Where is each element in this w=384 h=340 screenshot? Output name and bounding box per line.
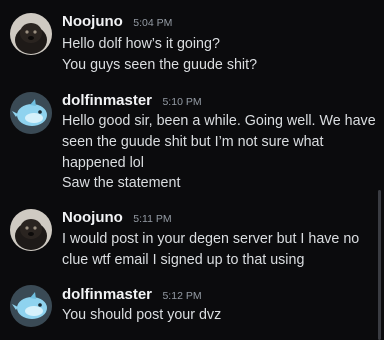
message-text: Saw the statement [62, 175, 181, 191]
message-text: You guys seen the guude shit? [62, 57, 258, 73]
scrollbar[interactable] [378, 190, 381, 340]
username[interactable]: dolfinmaster [62, 92, 152, 109]
dog-avatar-icon[interactable] [10, 209, 52, 251]
message-text: clue wtf email I signed up to that using [62, 252, 305, 268]
timestamp: 5:04 PM [133, 17, 173, 29]
message-text: seen the guude shit but I’m not sure wha… [62, 134, 324, 150]
dolphin-avatar-icon[interactable] [10, 92, 52, 134]
message-header: dolfinmaster 5:12 PM [62, 286, 202, 304]
dog-avatar-icon[interactable] [10, 13, 52, 55]
username[interactable]: Noojuno [62, 209, 123, 226]
timestamp: 5:12 PM [162, 290, 202, 302]
message-text: Hello dolf how’s it going? [62, 36, 220, 52]
username[interactable]: Noojuno [62, 13, 123, 30]
chat-message-list: Noojuno 5:04 PM Hello dolf how’s it goin… [0, 0, 384, 340]
message-header: dolfinmaster 5:10 PM [62, 92, 202, 110]
message-text: Hello good sir, been a while. Going well… [62, 113, 376, 129]
timestamp: 5:11 PM [133, 213, 172, 225]
timestamp: 5:10 PM [162, 96, 202, 108]
dolphin-avatar-icon[interactable] [10, 285, 52, 327]
message-text: happened lol [62, 155, 144, 171]
message-header: Noojuno 5:11 PM [62, 209, 172, 227]
message-text: You should post your dvz [62, 307, 222, 323]
message-header: Noojuno 5:04 PM [62, 13, 172, 31]
message-text: I would post in your degen server but I … [62, 231, 360, 247]
username[interactable]: dolfinmaster [62, 286, 152, 303]
